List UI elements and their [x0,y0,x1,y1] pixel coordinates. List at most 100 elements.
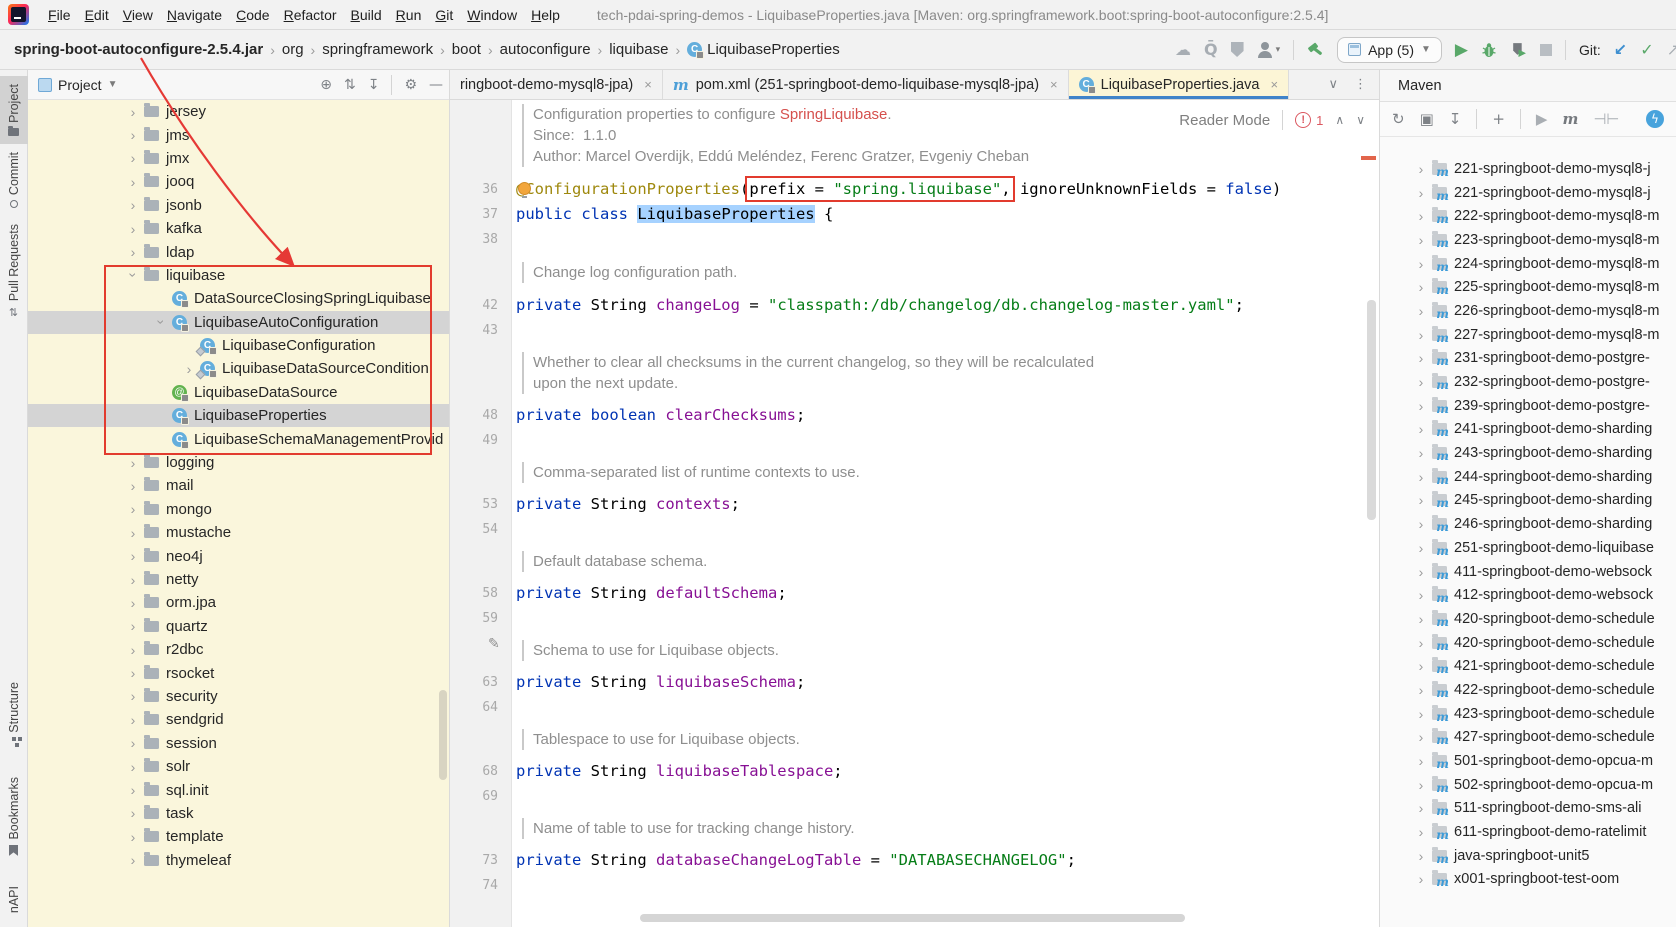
maven-module-row[interactable]: ›241-springboot-demo-sharding [1380,418,1676,442]
build-hammer-icon[interactable] [1307,41,1324,58]
menu-item-help[interactable]: Help [524,4,567,26]
maven-module-row[interactable]: ›420-springboot-demo-schedule [1380,631,1676,655]
run-configuration-select[interactable]: App (5) ▼ [1337,37,1442,63]
tree-item-security[interactable]: ›security [28,685,449,708]
close-tab-icon[interactable]: × [1050,77,1058,92]
tree-chevron-icon[interactable]: › [122,174,144,190]
next-error-icon[interactable]: ∨ [1356,113,1365,127]
tree-chevron-icon[interactable]: › [122,688,144,704]
tree-chevron-icon[interactable]: › [1410,753,1432,769]
run-with-coverage-icon[interactable] [1510,41,1527,58]
tree-chevron-icon[interactable]: › [150,314,172,330]
tree-chevron-icon[interactable]: › [1410,303,1432,319]
tree-chevron-icon[interactable]: › [122,221,144,237]
offline-mode-icon[interactable]: ϟ [1646,110,1664,128]
run-button[interactable]: ▶ [1455,40,1468,60]
tree-chevron-icon[interactable]: › [1410,398,1432,414]
tree-item-kafka[interactable]: ›kafka [28,217,449,240]
tree-item-liquibaseautoconfiguration[interactable]: ›CLiquibaseAutoConfiguration [28,311,449,334]
tree-chevron-icon[interactable]: › [122,104,144,120]
maven-module-row[interactable]: ›222-springboot-demo-mysql8-m [1380,204,1676,228]
more-options-icon[interactable]: ⋮ [1354,77,1367,92]
tree-chevron-icon[interactable]: › [1410,682,1432,698]
code-line[interactable]: 63private String liquibaseSchema; [450,670,1379,695]
tree-item-template[interactable]: ›template [28,825,449,848]
code-line[interactable]: 36@ConfigurationProperties(prefix = "spr… [450,177,1379,202]
execute-maven-goal-icon[interactable]: m [1562,110,1578,128]
code-line[interactable]: 38 [450,227,1379,252]
tree-item-rsocket[interactable]: ›rsocket [28,661,449,684]
code-line[interactable]: 64 [450,695,1379,720]
project-panel-title[interactable]: Project [58,77,102,93]
tree-chevron-icon[interactable]: › [1410,540,1432,556]
tree-chevron-icon[interactable]: › [1410,161,1432,177]
tree-chevron-icon[interactable]: › [122,525,144,541]
maven-module-row[interactable]: ›java-springboot-unit5 [1380,844,1676,868]
menu-item-edit[interactable]: Edit [78,4,116,26]
tree-chevron-icon[interactable]: › [122,595,144,611]
sync-maven-icon[interactable]: ▣ [1420,110,1434,128]
tree-chevron-icon[interactable]: › [1410,185,1432,201]
tree-item-jsonb[interactable]: ›jsonb [28,194,449,217]
menu-item-file[interactable]: File [41,4,78,26]
tree-item-netty[interactable]: ›netty [28,568,449,591]
tree-chevron-icon[interactable]: › [1410,706,1432,722]
code-line[interactable]: 37public class LiquibaseProperties { [450,202,1379,227]
code-line[interactable]: 69 [450,784,1379,809]
tree-chevron-icon[interactable]: › [1410,516,1432,532]
tree-chevron-icon[interactable]: › [1410,327,1432,343]
tree-item-datasourceclosingspringliquibase[interactable]: CDataSourceClosingSpringLiquibase [28,287,449,310]
editor-tab[interactable]: mpom.xml (251-springboot-demo-liquibase-… [663,70,1069,99]
add-maven-project-icon[interactable]: + [1492,110,1505,128]
git-commit-check-icon[interactable]: ✓ [1640,40,1653,59]
tree-item-jms[interactable]: ›jms [28,123,449,146]
menu-item-window[interactable]: Window [460,4,524,26]
tool-window-button-bookmarks[interactable]: Bookmarks [0,769,28,864]
editor-tab[interactable]: ringboot-demo-mysql8-jpa)× [450,70,663,99]
code-line[interactable]: 73private String databaseChangeLogTable … [450,848,1379,873]
breadcrumb-item[interactable]: boot [452,41,481,58]
tree-item-thymeleaf[interactable]: ›thymeleaf [28,849,449,872]
maven-module-row[interactable]: ›244-springboot-demo-sharding [1380,465,1676,489]
menu-item-navigate[interactable]: Navigate [160,4,229,26]
download-sources-icon[interactable]: ↧ [1449,110,1462,128]
code-line[interactable]: 59 [450,606,1379,631]
tree-item-sql.init[interactable]: ›sql.init [28,778,449,801]
menu-item-refactor[interactable]: Refactor [277,4,344,26]
cloud-sync-icon[interactable]: ☁ [1175,40,1191,59]
maven-module-row[interactable]: ›231-springboot-demo-postgre- [1380,347,1676,371]
tree-chevron-icon[interactable]: › [122,618,144,634]
tree-chevron-icon[interactable]: › [122,782,144,798]
intention-bulb-icon[interactable] [518,182,531,195]
maven-panel-title[interactable]: Maven [1380,70,1676,102]
tab-list-dropdown-icon[interactable]: ∨ [1328,77,1338,92]
code-line[interactable]: 43 [450,318,1379,343]
breadcrumb-item[interactable]: org [282,41,304,58]
shield-icon[interactable] [1231,42,1244,57]
expand-all-icon[interactable]: ⇅ [344,77,356,93]
tree-item-jmx[interactable]: ›jmx [28,147,449,170]
tree-item-solr[interactable]: ›solr [28,755,449,778]
tree-item-liquibase[interactable]: ›liquibase [28,264,449,287]
breadcrumb-item[interactable]: spring-boot-autoconfigure-2.5.4.jar [14,41,263,58]
tool-window-button-napi[interactable]: nAPI [0,878,28,921]
tree-chevron-icon[interactable]: › [1410,445,1432,461]
maven-module-row[interactable]: ›226-springboot-demo-mysql8-m [1380,299,1676,323]
project-scrollbar[interactable] [439,690,447,780]
editor-vertical-scrollbar[interactable] [1367,300,1376,520]
maven-module-row[interactable]: ›221-springboot-demo-mysql8-j [1380,157,1676,181]
tree-chevron-icon[interactable]: › [122,572,144,588]
code-line[interactable]: 58private String defaultSchema; [450,581,1379,606]
tree-item-ldap[interactable]: ›ldap [28,240,449,263]
tree-chevron-icon[interactable]: › [1410,658,1432,674]
tree-item-orm.jpa[interactable]: ›orm.jpa [28,591,449,614]
tree-chevron-icon[interactable]: › [122,712,144,728]
locate-file-icon[interactable]: ⊕ [320,77,332,93]
tree-chevron-icon[interactable]: › [122,665,144,681]
tree-chevron-icon[interactable]: › [1410,871,1432,887]
stop-button[interactable] [1540,44,1552,56]
editor-body[interactable]: Configuration properties to configure Sp… [450,100,1379,927]
menu-item-run[interactable]: Run [389,4,429,26]
tree-item-mongo[interactable]: ›mongo [28,498,449,521]
tree-chevron-icon[interactable]: › [122,455,144,471]
